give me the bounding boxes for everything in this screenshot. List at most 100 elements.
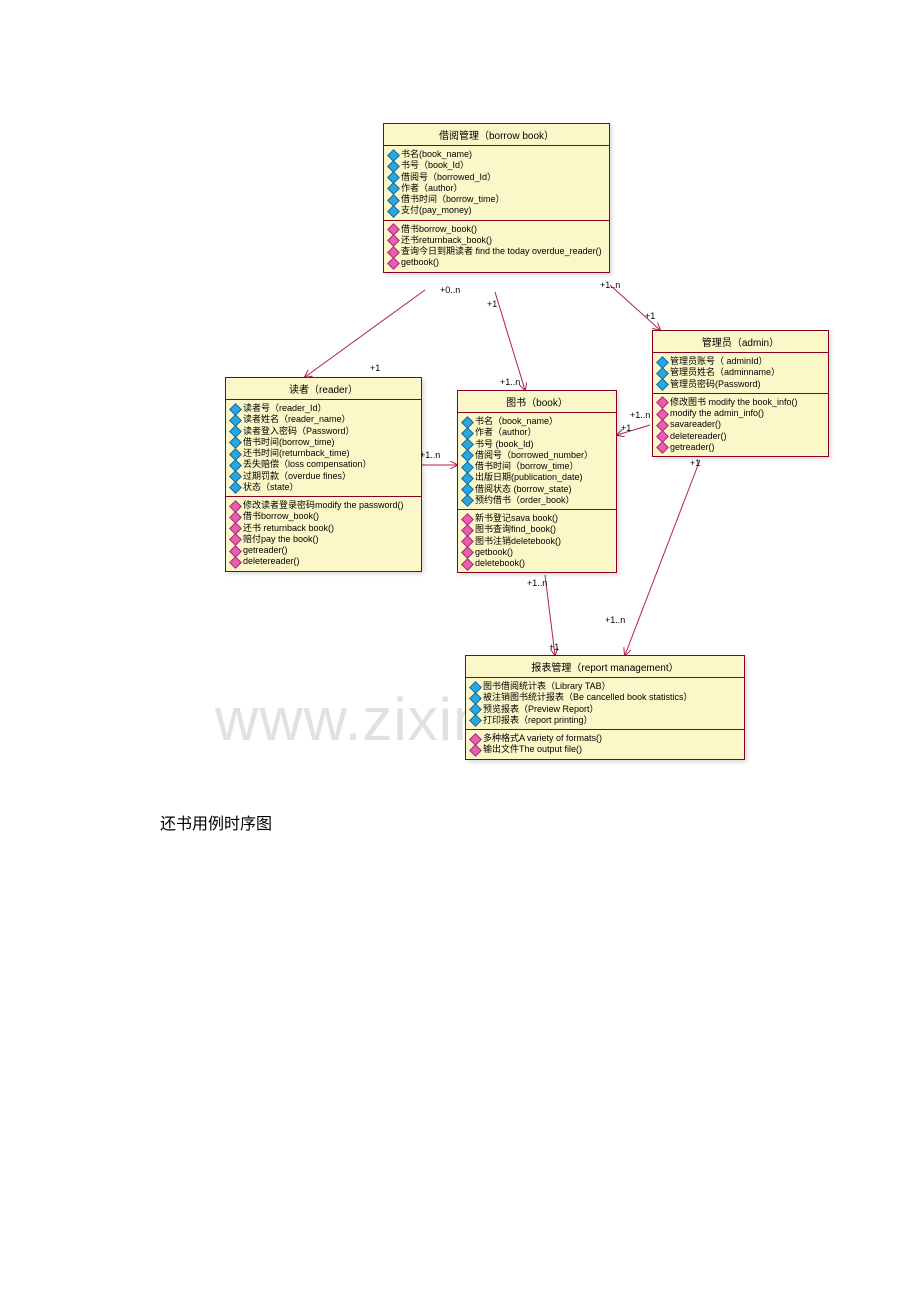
attr-text: 读者号（reader_Id） (243, 403, 327, 414)
op-text: deletereader() (243, 556, 300, 567)
mult-label: +1..n (630, 410, 650, 420)
attr-section: 书名(book_name) 书号（book_Id） 借阅号（borrowed_I… (384, 146, 609, 221)
attr-text: 丢失赔偿（loss compensation） (243, 459, 372, 470)
op-text: deletereader() (670, 431, 727, 442)
attr-text: 书名（book_name） (475, 416, 558, 427)
attr-text: 支付(pay_money) (401, 205, 472, 216)
attr-text: 书号（book_Id） (401, 160, 469, 171)
mult-label: +1..n (420, 450, 440, 460)
class-title: 报表管理（report management） (466, 656, 744, 678)
attr-text: 预览报表（Preview Report） (483, 704, 599, 715)
operation-icon (462, 514, 472, 524)
operation-icon (230, 512, 240, 522)
op-text: 图书查询find_book() (475, 524, 556, 535)
mult-label: +1..n (500, 377, 520, 387)
op-text: 多种格式A variety of formats() (483, 733, 602, 744)
class-report-management: 报表管理（report management） 图书借阅统计表（Library … (465, 655, 745, 760)
attr-text: 预约借书（order_book） (475, 495, 575, 506)
attribute-icon (230, 449, 240, 459)
attr-text: 读者姓名（reader_name） (243, 414, 351, 425)
attr-text: 被注销图书统计报表（Be cancelled book statistics） (483, 692, 693, 703)
attr-text: 借阅号（borrowed_number） (475, 450, 593, 461)
operation-icon (462, 536, 472, 546)
attr-text: 出版日期(publication_date) (475, 472, 583, 483)
operation-icon (388, 224, 398, 234)
uml-canvas: www.zixin.com.cn +0..n +1 +1 +1..n +1..n… (155, 115, 895, 775)
operation-icon (657, 442, 667, 452)
operation-icon (388, 247, 398, 257)
operation-icon (470, 745, 480, 755)
operation-icon (230, 546, 240, 556)
attribute-icon (388, 183, 398, 193)
attribute-icon (462, 428, 472, 438)
op-text: modify the admin_info() (670, 408, 764, 419)
page-caption: 还书用例时序图 (160, 810, 272, 834)
attr-text: 还书时间(returnback_time) (243, 448, 350, 459)
operation-icon (462, 525, 472, 535)
op-text: 还书returnback_book() (401, 235, 492, 246)
attribute-icon (462, 417, 472, 427)
mult-label: +1 (690, 458, 700, 468)
op-section: 修改读者登录密码modify the password() 借书borrow_b… (226, 497, 421, 571)
op-text: 查询今日到期读者 find the today overdue_reader() (401, 246, 602, 257)
class-admin: 管理员（admin） 管理员账号（ adminId） 管理员姓名（adminna… (652, 330, 829, 457)
operation-icon (230, 534, 240, 544)
mult-label: +1 (487, 299, 497, 309)
class-borrow-book: 借阅管理（borrow book） 书名(book_name) 书号（book_… (383, 123, 610, 273)
op-text: 输出文件The output file() (483, 744, 582, 755)
attribute-icon (230, 471, 240, 481)
attr-section: 书名（book_name） 作者（author） 书号 (book_Id) 借阅… (458, 413, 616, 510)
mult-label: +1 (621, 423, 631, 433)
attr-section: 读者号（reader_Id） 读者姓名（reader_name） 读者登入密码（… (226, 400, 421, 497)
op-section: 多种格式A variety of formats() 输出文件The outpu… (466, 730, 744, 759)
attr-text: 书名(book_name) (401, 149, 472, 160)
attribute-icon (388, 161, 398, 171)
operation-icon (470, 734, 480, 744)
attr-section: 图书借阅统计表（Library TAB） 被注销图书统计报表（Be cancel… (466, 678, 744, 730)
operation-icon (657, 431, 667, 441)
attr-text: 管理员密码(Password) (670, 379, 761, 390)
attribute-icon (462, 462, 472, 472)
op-text: getreader() (670, 442, 715, 453)
operation-icon (230, 523, 240, 533)
op-text: 还书 returnback book() (243, 523, 334, 534)
attribute-icon (230, 460, 240, 470)
operation-icon (657, 409, 667, 419)
op-text: 赔付pay the book() (243, 534, 319, 545)
attribute-icon (230, 437, 240, 447)
attribute-icon (470, 693, 480, 703)
class-title: 管理员（admin） (653, 331, 828, 353)
attribute-icon (388, 195, 398, 205)
attr-text: 管理员姓名（adminname） (670, 367, 780, 378)
attr-text: 借书时间（borrow_time） (401, 194, 505, 205)
attr-section: 管理员账号（ adminId） 管理员姓名（adminname） 管理员密码(P… (653, 353, 828, 394)
class-title: 读者（reader） (226, 378, 421, 400)
mult-label: +1..n (527, 578, 547, 588)
attribute-icon (470, 682, 480, 692)
operation-icon (230, 557, 240, 567)
mult-label: +1 (645, 311, 655, 321)
attribute-icon (470, 715, 480, 725)
attribute-icon (657, 357, 667, 367)
attr-text: 作者（author） (475, 427, 537, 438)
op-text: getreader() (243, 545, 288, 556)
operation-icon (230, 501, 240, 511)
class-title: 图书（book） (458, 391, 616, 413)
attr-text: 打印报表（report printing） (483, 715, 593, 726)
attr-text: 借阅状态 (borrow_state) (475, 484, 572, 495)
mult-label: +1..n (605, 615, 625, 625)
class-title: 借阅管理（borrow book） (384, 124, 609, 146)
op-section: 新书登记sava book() 图书查询find_book() 图书注销dele… (458, 510, 616, 572)
attr-text: 借阅号（borrowed_Id） (401, 172, 496, 183)
attribute-icon (230, 415, 240, 425)
attr-text: 图书借阅统计表（Library TAB） (483, 681, 611, 692)
operation-icon (388, 258, 398, 268)
attr-text: 管理员账号（ adminId） (670, 356, 768, 367)
attribute-icon (657, 368, 667, 378)
op-text: 修改图书 modify the book_info() (670, 397, 798, 408)
mult-label: +1 (549, 642, 559, 652)
class-reader: 读者（reader） 读者号（reader_Id） 读者姓名（reader_na… (225, 377, 422, 572)
op-section: 借书borrow_book() 还书returnback_book() 查询今日… (384, 221, 609, 272)
attr-text: 读者登入密码（Password） (243, 426, 355, 437)
attr-text: 过期罚款（overdue fines） (243, 471, 351, 482)
